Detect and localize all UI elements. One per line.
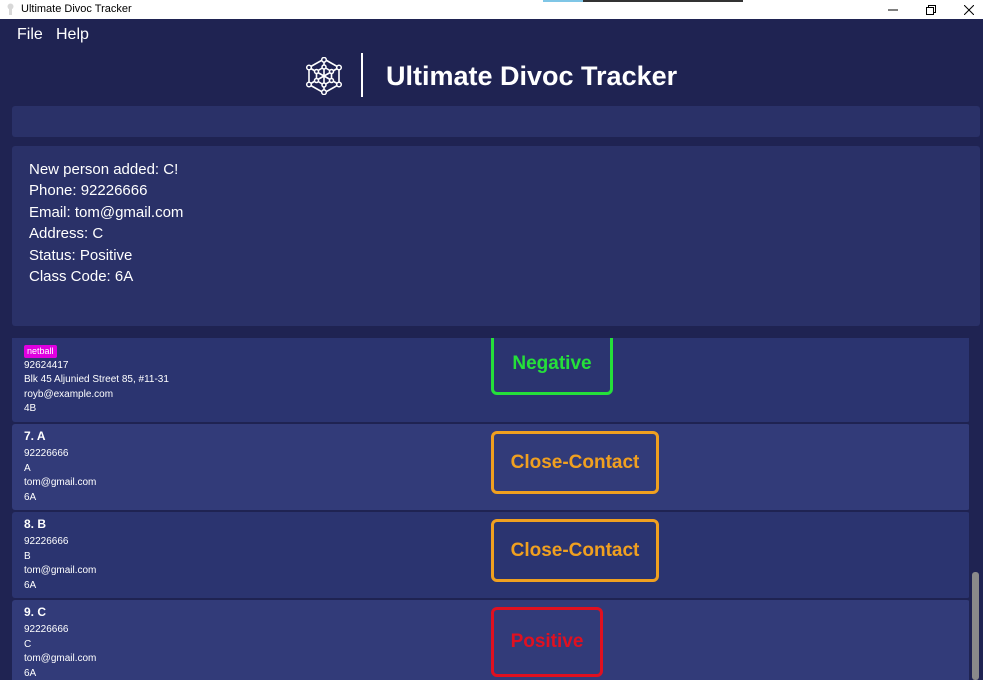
person-address: B (24, 551, 31, 562)
status-badge: Close-Contact (491, 431, 659, 494)
person-phone: 92226666 (24, 536, 69, 547)
person-card[interactable]: netball 92624417 Blk 45 Aljunied Street … (12, 338, 969, 422)
person-card[interactable]: 7. A 92226666 A tom@gmail.com 6A Close-C… (12, 424, 969, 510)
close-icon (964, 4, 974, 15)
person-card[interactable]: 9. C 92226666 C tom@gmail.com 6A Positiv… (12, 600, 969, 680)
status-label: Close-Contact (510, 451, 640, 473)
person-name: 7. A (24, 429, 46, 443)
person-phone: 92226666 (24, 624, 69, 635)
result-line: Class Code: 6A (29, 268, 134, 285)
person-email: royb@example.com (24, 389, 114, 400)
status-badge: Positive (491, 607, 603, 677)
list-scrollbar[interactable] (970, 338, 981, 680)
result-display: New person added: C! Phone: 92226666 Ema… (12, 146, 980, 326)
status-badge: Negative (491, 338, 613, 395)
app-title: Ultimate Divoc Tracker (386, 61, 678, 91)
result-line: Email: tom@gmail.com (29, 204, 184, 221)
result-line: Address: C (29, 225, 104, 242)
app-header: Ultimate Divoc Tracker (0, 51, 985, 105)
person-name: 8. B (24, 517, 47, 531)
person-phone: 92226666 (24, 448, 69, 459)
status-label: Close-Contact (510, 539, 640, 561)
person-address: C (24, 639, 32, 650)
minimize-icon (888, 9, 898, 10)
result-line: New person added: C! (29, 161, 179, 178)
person-name: 9. C (24, 605, 47, 619)
person-card[interactable]: 8. B 92226666 B tom@gmail.com 6A Close-C… (12, 512, 969, 598)
person-class-code: 6A (24, 492, 37, 503)
person-address: A (24, 463, 31, 474)
minimize-button[interactable] (874, 0, 912, 19)
scrollbar-thumb[interactable] (972, 572, 979, 680)
person-phone: 92624417 (24, 360, 69, 371)
close-button[interactable] (950, 0, 985, 19)
menu-help[interactable]: Help (56, 26, 89, 44)
network-node-icon (305, 57, 343, 95)
person-class-code: 4B (24, 403, 37, 414)
result-line: Status: Positive (29, 247, 133, 264)
status-badge: Close-Contact (491, 519, 659, 582)
title-scroll-indicator (543, 0, 743, 2)
person-email: tom@gmail.com (24, 477, 97, 488)
person-email: tom@gmail.com (24, 653, 97, 664)
person-address: Blk 45 Aljunied Street 85, #11-31 (24, 374, 169, 385)
status-label: Negative (512, 352, 592, 374)
person-class-code: 6A (24, 580, 37, 591)
result-line: Phone: 92226666 (29, 182, 148, 199)
restore-icon (926, 4, 936, 15)
person-tag: netball (24, 345, 57, 358)
app-icon (7, 3, 14, 15)
person-class-code: 6A (24, 668, 37, 679)
person-email: tom@gmail.com (24, 565, 97, 576)
header-divider (361, 53, 363, 97)
window-titlebar: Ultimate Divoc Tracker (0, 0, 985, 19)
person-list: netball 92624417 Blk 45 Aljunied Street … (12, 338, 969, 680)
menu-file[interactable]: File (17, 26, 43, 44)
menu-bar: File Help (0, 19, 985, 51)
status-label: Positive (510, 631, 584, 652)
restore-button[interactable] (912, 0, 950, 19)
window-title: Ultimate Divoc Tracker (21, 3, 132, 15)
command-input[interactable] (12, 106, 980, 137)
